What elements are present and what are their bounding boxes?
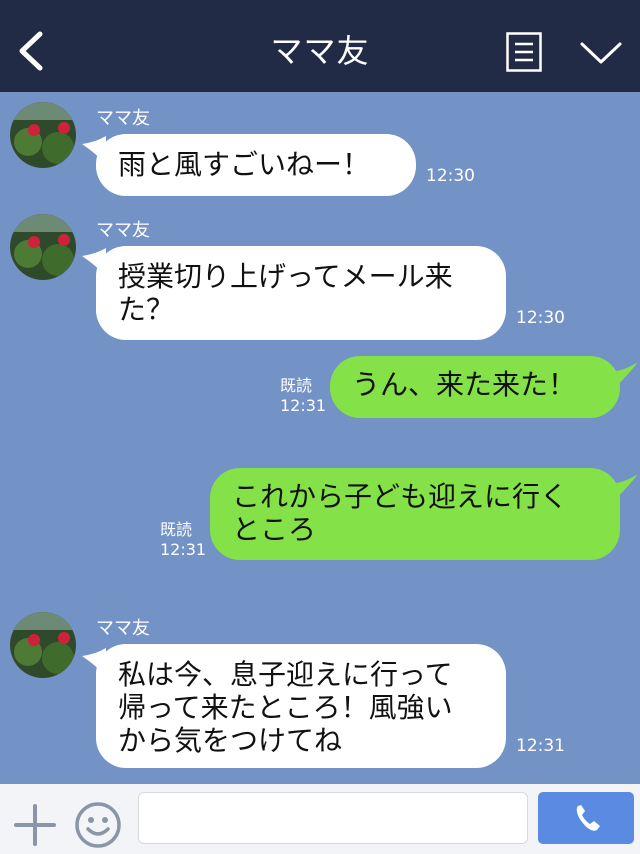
avatar[interactable] [10,102,76,168]
read-receipt: 既読 12:31 [160,520,206,560]
read-label: 既読 [160,520,193,539]
message-input[interactable] [138,792,528,844]
input-bar [0,784,640,854]
chevron-down-icon [580,42,622,64]
outgoing-message[interactable]: これから子ども迎えに行く ところ [210,468,620,560]
avatar[interactable] [10,214,76,280]
sender-name: ママ友 [96,618,150,639]
bubble-tail [612,474,638,502]
flower-avatar-icon [10,612,76,678]
emoji-button[interactable] [74,801,122,849]
flower-avatar-icon [10,102,76,168]
menu-button[interactable] [506,32,542,72]
message-time: 12:30 [516,308,565,328]
flower-avatar-icon [10,214,76,280]
bubble-tail [612,362,638,390]
message-time: 12:31 [516,736,565,756]
message-time: 12:31 [160,540,207,559]
outgoing-message[interactable]: うん、来た来た！ [330,356,620,418]
sender-name: ママ友 [96,220,150,241]
phone-icon [576,805,600,831]
plus-icon [14,804,56,846]
incoming-message[interactable]: 私は今、息子迎えに行って 帰って来たところ！風強い から気をつけてね [96,644,506,768]
call-button[interactable] [538,792,634,844]
smiley-icon [75,802,121,848]
chat-header: ママ友 [0,0,640,92]
add-button[interactable] [12,802,58,848]
collapse-button[interactable] [578,36,624,70]
sender-name: ママ友 [96,108,150,129]
read-receipt: 既読 12:31 [280,376,326,416]
chat-area[interactable]: ママ友 雨と風すごいねー！ 12:30 ママ友 授業切り上げってメール来 た？ … [0,92,640,784]
list-icon [506,32,542,72]
chat-title: ママ友 [270,32,370,70]
incoming-message[interactable]: 雨と風すごいねー！ [96,134,416,196]
avatar[interactable] [10,612,76,678]
read-label: 既読 [280,376,313,395]
message-time: 12:31 [280,396,327,415]
incoming-message[interactable]: 授業切り上げってメール来 た？ [96,246,506,340]
message-time: 12:30 [426,166,475,186]
